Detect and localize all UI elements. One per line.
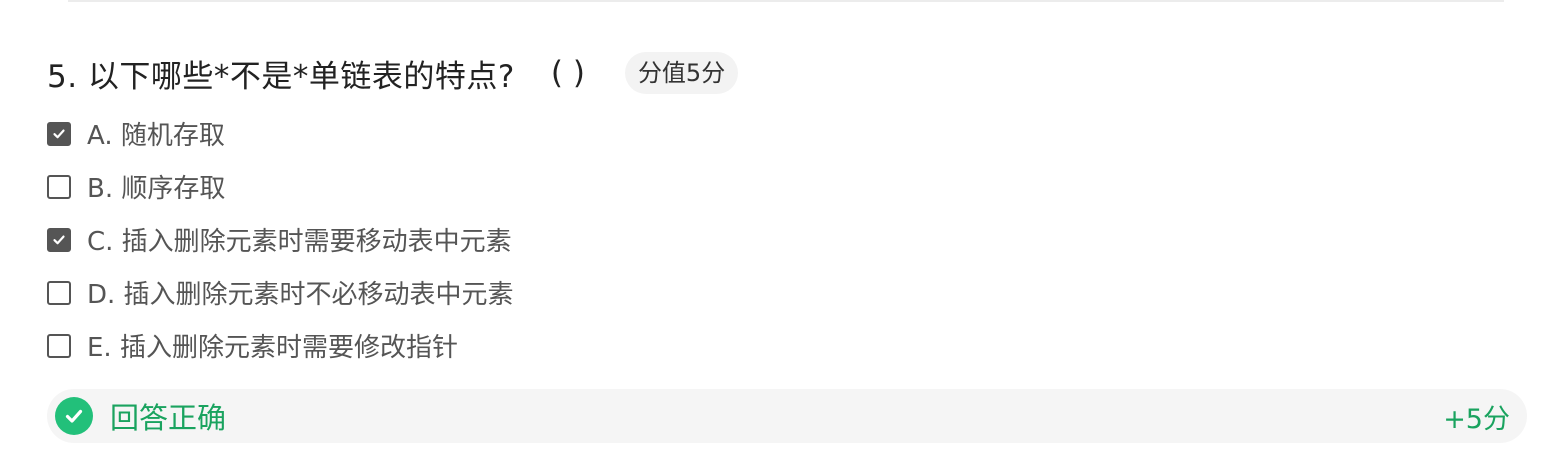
- question-title: 5. 以下哪些*不是*单链表的特点?: [47, 58, 515, 95]
- checkmark-icon: [53, 235, 65, 244]
- top-divider: [68, 0, 1504, 2]
- option-a-label: A. 随机存取: [87, 121, 225, 151]
- option-d-checkbox[interactable]: [47, 280, 71, 305]
- check-circle-icon: [55, 397, 93, 435]
- answer-result-bar: 回答正确 +5分: [47, 389, 1527, 443]
- options-list: A. 随机存取 B. 顺序存取 C. 插入删除元素时需要移动表中元素 D. 插入…: [47, 107, 947, 372]
- option-b-checkbox[interactable]: [47, 174, 71, 199]
- option-c-checkbox[interactable]: [47, 227, 71, 252]
- option-b[interactable]: B. 顺序存取: [47, 160, 947, 213]
- option-d[interactable]: D. 插入删除元素时不必移动表中元素: [47, 266, 947, 319]
- option-b-label: B. 顺序存取: [87, 174, 226, 204]
- option-e-checkbox[interactable]: [47, 333, 71, 358]
- result-status: 回答正确: [110, 401, 227, 435]
- score-badge: 分值5分: [624, 52, 739, 94]
- option-a[interactable]: A. 随机存取: [47, 107, 947, 160]
- option-c-label: C. 插入删除元素时需要移动表中元素: [87, 227, 512, 257]
- option-e[interactable]: E. 插入删除元素时需要修改指针: [47, 319, 947, 372]
- result-points: +5分: [1443, 403, 1510, 435]
- answer-placeholder: ( ): [550, 55, 585, 91]
- option-d-label: D. 插入删除元素时不必移动表中元素: [87, 280, 514, 310]
- option-c[interactable]: C. 插入删除元素时需要移动表中元素: [47, 213, 947, 266]
- option-e-label: E. 插入删除元素时需要修改指针: [87, 333, 458, 363]
- checkmark-icon: [53, 129, 65, 138]
- option-a-checkbox[interactable]: [47, 121, 71, 146]
- question-header: 5. 以下哪些*不是*单链表的特点? ( ) 分值5分: [47, 50, 739, 96]
